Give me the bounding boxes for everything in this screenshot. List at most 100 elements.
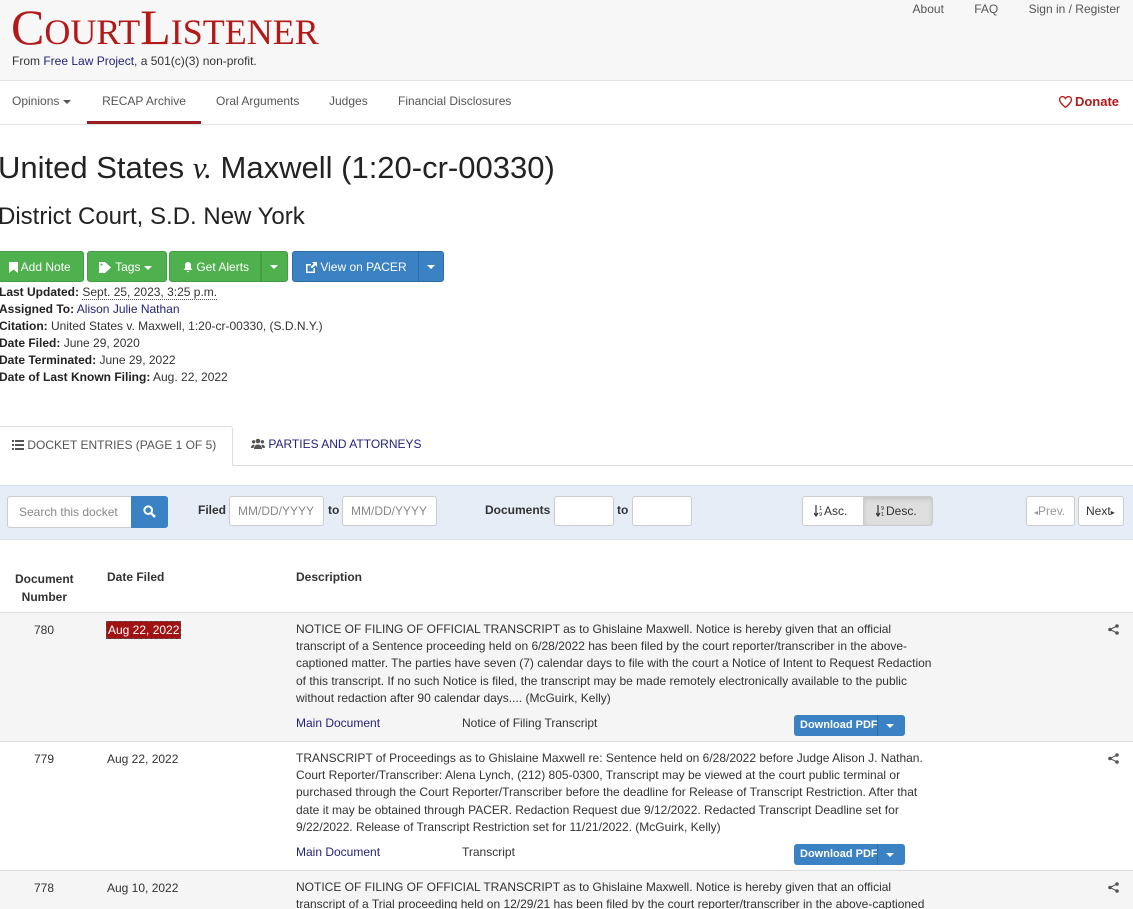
date-last-filing-label: Date of Last Known Filing: xyxy=(0,370,151,384)
assigned-to: Assigned To: Alison Julie Nathan xyxy=(0,301,323,318)
next-label: Next xyxy=(1086,504,1111,518)
sort-desc-icon: 91 xyxy=(875,505,884,518)
filed-before-input[interactable]: MM/DD/YYYY xyxy=(342,496,437,526)
svg-text:1: 1 xyxy=(881,512,884,517)
header-date-filed: Date Filed xyxy=(107,570,165,584)
get-alerts-button[interactable]: Get Alerts xyxy=(169,251,261,282)
document-number: 778 xyxy=(34,881,55,895)
header-document-number: Document Number xyxy=(15,570,74,606)
next-page-button[interactable]: Next▸ xyxy=(1078,496,1124,526)
chevron-down-icon xyxy=(886,724,894,728)
date-terminated-value: June 29, 2022 xyxy=(99,353,176,367)
pacer-dropdown-toggle[interactable] xyxy=(418,251,444,282)
last-updated-label: Last Updated: xyxy=(0,285,80,299)
nav-opinions[interactable]: Opinions xyxy=(12,81,72,124)
main-document-link[interactable]: Main Document xyxy=(296,716,380,730)
header-description: Description xyxy=(296,570,363,584)
add-note-label: Add Note xyxy=(20,260,71,274)
search-icon xyxy=(143,505,156,518)
courtlistener-logo[interactable]: COURTLISTENER xyxy=(11,2,319,57)
filed-after-input[interactable]: MM/DD/YYYY xyxy=(229,496,324,526)
date-terminated-label: Date Terminated: xyxy=(0,353,97,367)
nav-financial-disclosures[interactable]: Financial Disclosures xyxy=(398,81,511,124)
chevron-down-icon xyxy=(886,853,894,857)
donate-label: Donate xyxy=(1074,94,1119,109)
document-number: 779 xyxy=(34,752,55,766)
date-last-filing-value: Aug. 22, 2022 xyxy=(153,370,228,384)
nav-recap-archive[interactable]: RECAP Archive xyxy=(87,81,201,124)
tags-icon xyxy=(99,262,111,273)
sort-ascending-button[interactable]: 1 9 Asc. xyxy=(802,496,864,526)
list-icon xyxy=(12,440,24,450)
date-filed-cell: Aug 22, 2022 xyxy=(106,621,182,639)
entry-description: TRANSCRIPT of Proceedings as to Ghislain… xyxy=(296,751,923,834)
chevron-right-icon: ▸ xyxy=(1110,508,1115,517)
case-title-plaintiff: United States xyxy=(0,150,193,185)
download-pdf-label: Download PDF xyxy=(800,719,878,731)
tags-label: Tags xyxy=(115,260,141,274)
alerts-dropdown-toggle[interactable] xyxy=(261,251,288,282)
document-description: Notice of Filing Transcript xyxy=(462,716,598,730)
nav-judges[interactable]: Judges xyxy=(329,81,368,124)
case-title-defendant: Maxwell (1:20-cr-00330) xyxy=(211,150,555,185)
sort-asc-icon: 19 xyxy=(813,505,822,518)
main-nav: Opinions RECAP Archive Oral Arguments Ju… xyxy=(0,80,1133,125)
view-on-pacer-label: View on PACER xyxy=(320,260,407,274)
court-name: District Court, S.D. New York xyxy=(0,203,305,230)
tab-docket-entries[interactable]: DOCKET ENTRIES (PAGE 1 OF 5) xyxy=(0,426,233,466)
tab-parties-label: PARTIES AND ATTORNEYS xyxy=(268,437,422,451)
donate-button[interactable]: Donate xyxy=(1058,81,1119,122)
tags-button[interactable]: Tags xyxy=(87,251,167,282)
share-icon[interactable] xyxy=(1108,753,1119,764)
prev-page-button[interactable]: ◂Prev. xyxy=(1026,496,1075,526)
document-from-input[interactable] xyxy=(554,496,614,526)
about-link[interactable]: About xyxy=(913,2,944,16)
case-title: United States v. Maxwell (1:20-cr-00330) xyxy=(0,150,555,186)
docket-filter-bar: Search this docket Filed MM/DD/YYYY to M… xyxy=(0,485,1133,540)
citation-value: United States v. Maxwell, 1:20-cr-00330,… xyxy=(51,319,323,333)
sign-in-register-link[interactable]: Sign in / Register xyxy=(1029,2,1120,16)
main-document-link[interactable]: Main Document xyxy=(296,845,380,859)
view-on-pacer-button[interactable]: View on PACER xyxy=(292,251,420,282)
tab-parties-attorneys[interactable]: PARTIES AND ATTORNEYS xyxy=(251,426,422,465)
main-document-link-label: Main Document xyxy=(296,845,381,859)
date-terminated: Date Terminated: June 29, 2022 xyxy=(0,352,323,369)
chevron-down-icon xyxy=(427,265,435,269)
filed-to-label: to xyxy=(328,503,340,517)
date-filed-cell: Aug 10, 2022 xyxy=(107,881,179,895)
tagline: From Free Law Project, a 501(c)(3) non-p… xyxy=(12,54,257,68)
date-filed-label: Date Filed: xyxy=(0,336,61,350)
tab-docket-entries-label: DOCKET ENTRIES (PAGE 1 OF 5) xyxy=(27,438,217,452)
free-law-project-link[interactable]: Free Law Project xyxy=(43,54,134,68)
date-filed-value: June 29, 2020 xyxy=(63,336,140,350)
svg-text:9: 9 xyxy=(819,512,822,517)
case-metadata: Last Updated: Sept. 25, 2023, 3:25 p.m. … xyxy=(0,284,323,386)
document-to-input[interactable] xyxy=(632,496,692,526)
nav-oral-arguments[interactable]: Oral Arguments xyxy=(216,81,299,124)
bell-icon xyxy=(183,262,193,273)
sort-descending-button[interactable]: 9 1 Desc. xyxy=(863,496,933,526)
nav-opinions-label: Opinions xyxy=(12,94,60,108)
chevron-down-icon xyxy=(63,99,72,104)
external-link-icon xyxy=(306,262,317,273)
document-number: 780 xyxy=(34,623,55,637)
share-icon[interactable] xyxy=(1108,882,1119,893)
download-pdf-button[interactable]: Download PDF xyxy=(794,715,905,736)
assigned-to-label: Assigned To: xyxy=(0,302,75,316)
date-filed-highlight: Aug 22, 2022 xyxy=(106,621,182,639)
date-filed: Date Filed: June 29, 2020 xyxy=(0,335,323,352)
download-pdf-button[interactable]: Download PDF xyxy=(794,844,905,865)
date-filed-cell: Aug 22, 2022 xyxy=(107,752,179,766)
entry-description: NOTICE OF FILING OF OFFICIAL TRANSCRIPT … xyxy=(296,622,932,705)
main-document-link-label: Main Document xyxy=(296,716,381,730)
filed-label: Filed xyxy=(198,503,227,517)
faq-link[interactable]: FAQ xyxy=(974,2,998,16)
table-row: 780 Aug 22, 2022 NOTICE OF FILING OF OFF… xyxy=(0,612,1133,742)
top-links: About FAQ Sign in / Register xyxy=(886,2,1120,16)
judge-link[interactable]: Alison Julie Nathan xyxy=(77,302,180,316)
bookmark-icon xyxy=(9,262,18,273)
search-button[interactable] xyxy=(131,496,168,528)
add-note-button[interactable]: Add Note xyxy=(0,251,84,282)
share-icon[interactable] xyxy=(1108,624,1119,635)
search-docket-input[interactable]: Search this docket xyxy=(7,496,133,528)
